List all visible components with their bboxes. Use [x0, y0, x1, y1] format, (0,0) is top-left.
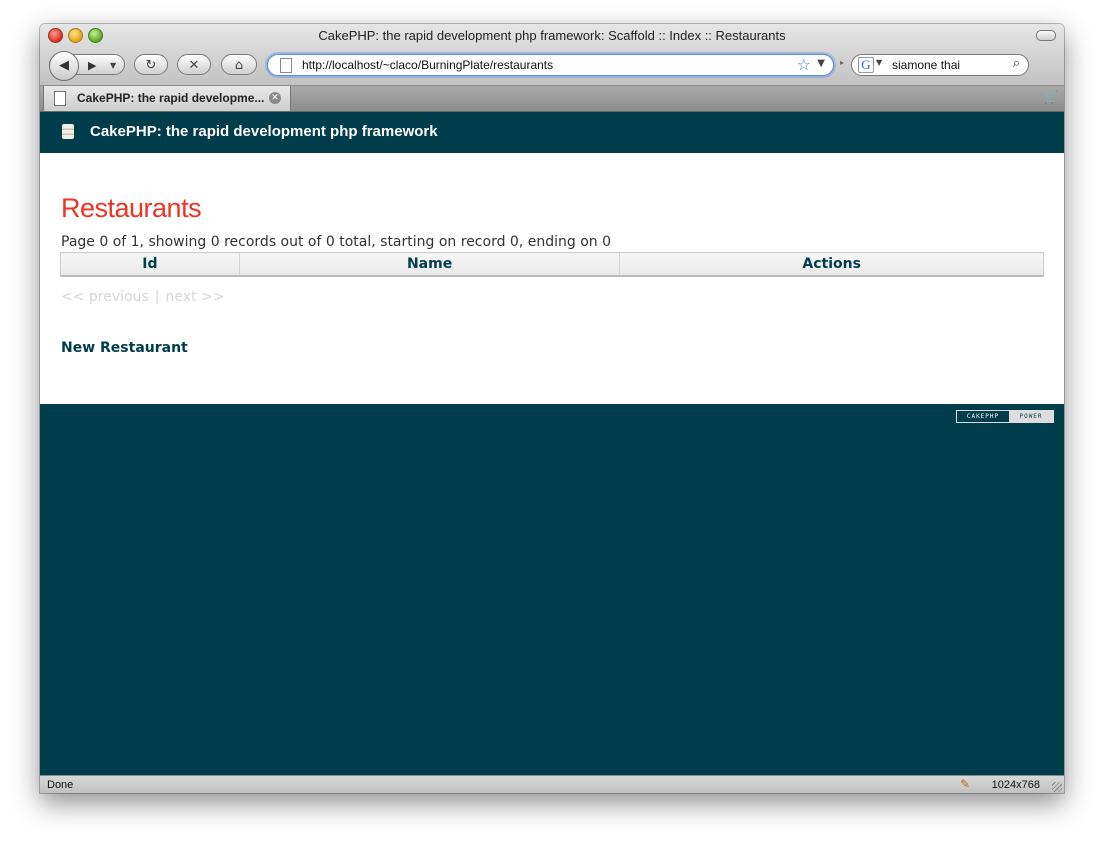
- column-header-name[interactable]: Name: [238, 252, 620, 276]
- next-link: next >>: [165, 289, 225, 305]
- forward-button[interactable]: ▶: [88, 55, 96, 76]
- search-bar[interactable]: G ▼ siamone thai ⌕: [851, 54, 1029, 76]
- stop-button[interactable]: ✕: [177, 54, 211, 75]
- url-history-dropdown-icon[interactable]: ▼: [817, 58, 825, 69]
- page-viewport: CakePHP: the rapid development php frame…: [40, 112, 1064, 775]
- header-title[interactable]: CakePHP: the rapid development php frame…: [90, 123, 438, 140]
- previous-link: << previous: [61, 289, 149, 305]
- column-header-id[interactable]: Id: [60, 252, 240, 276]
- status-bar: Done ✎ 1024x768: [40, 775, 1064, 793]
- window-title: CakePHP: the rapid development php frame…: [318, 28, 786, 43]
- tab-list-icon[interactable]: 🛒: [1043, 90, 1058, 104]
- column-header-actions: Actions: [619, 252, 1044, 276]
- google-search-engine-icon[interactable]: G: [858, 57, 874, 73]
- table-header-row: Id Name Actions: [60, 252, 1044, 276]
- page-title: Restaurants: [61, 193, 202, 223]
- status-text: Done: [47, 779, 74, 791]
- back-forward-group: ◀ ▶ ▼: [49, 51, 125, 81]
- stop-icon: ✕: [188, 58, 200, 73]
- title-bar: CakePHP: the rapid development php frame…: [40, 24, 1064, 86]
- browser-window: CakePHP: the rapid development php frame…: [40, 24, 1064, 793]
- tab-page-icon: [54, 91, 66, 106]
- url-text[interactable]: http://localhost/~claco/BurningPlate/res…: [302, 58, 553, 72]
- cake-logo-icon: [62, 124, 74, 139]
- search-input[interactable]: siamone thai: [892, 58, 960, 72]
- paging-separator: |: [154, 289, 160, 305]
- power-badge-left: CAKEPHP: [957, 411, 1009, 422]
- cakephp-power-badge[interactable]: CAKEPHP POWER: [956, 410, 1054, 423]
- reload-icon: ↻: [145, 58, 157, 73]
- search-magnifier-icon[interactable]: ⌕: [1013, 56, 1020, 71]
- tab-label: CakePHP: the rapid developme...: [77, 91, 265, 105]
- resize-grip-icon[interactable]: [1052, 782, 1062, 792]
- paging-info: Page 0 of 1, showing 0 records out of 0 …: [61, 234, 611, 250]
- toolbar-toggle-button[interactable]: [1036, 30, 1056, 41]
- address-bar[interactable]: http://localhost/~claco/BurningPlate/res…: [267, 54, 834, 76]
- tab-bar: CakePHP: the rapid developme... ✕ 🛒: [40, 86, 1064, 112]
- search-engine-dropdown-icon[interactable]: ▼: [876, 58, 882, 67]
- page-icon: [280, 58, 292, 73]
- reload-button[interactable]: ↻: [134, 54, 168, 75]
- paging-links: << previous | next >>: [61, 289, 224, 305]
- home-icon: ⌂: [234, 58, 244, 73]
- resolution-indicator[interactable]: 1024x768: [992, 779, 1040, 791]
- tab-close-icon[interactable]: ✕: [269, 92, 281, 104]
- records-table: Id Name Actions: [60, 252, 1044, 277]
- content-area: Restaurants Page 0 of 1, showing 0 recor…: [40, 153, 1064, 404]
- new-restaurant-link[interactable]: New Restaurant: [61, 340, 188, 356]
- firebug-icon[interactable]: ✎: [960, 777, 970, 791]
- bookmark-star-icon[interactable]: ☆: [797, 55, 811, 74]
- tab-active[interactable]: CakePHP: the rapid developme... ✕: [43, 86, 291, 111]
- cake-header: CakePHP: the rapid development php frame…: [40, 112, 1064, 153]
- power-badge-right: POWER: [1009, 411, 1053, 422]
- home-button[interactable]: ⌂: [221, 54, 257, 75]
- back-button[interactable]: ◀: [49, 51, 79, 81]
- back-arrow-icon: ◀: [59, 58, 69, 73]
- history-dropdown-icon[interactable]: ▼: [110, 55, 116, 76]
- toolbar-separator: ▸: [840, 58, 845, 67]
